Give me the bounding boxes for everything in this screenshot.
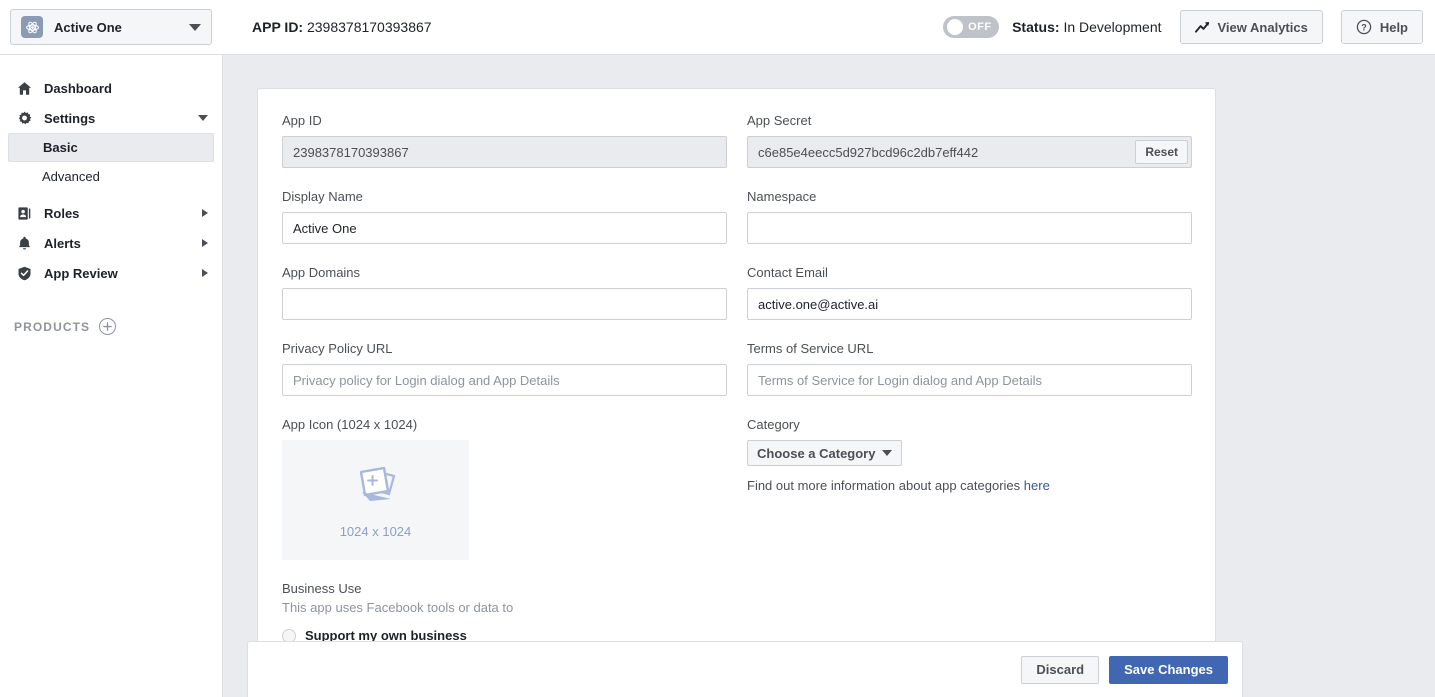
top-bar-actions: OFF Status: In Development View Analytic…: [943, 10, 1435, 44]
sidebar-item-label: App Review: [44, 265, 118, 281]
field-app-secret: App Secret Reset: [747, 113, 1192, 168]
view-analytics-button[interactable]: View Analytics: [1179, 10, 1323, 44]
field-label: Privacy Policy URL: [282, 341, 393, 356]
badge-icon: [14, 206, 34, 221]
category-help-link[interactable]: here: [1024, 478, 1050, 493]
status-label: Status:: [1012, 19, 1060, 35]
category-label: Category: [747, 417, 800, 432]
toggle-knob: [947, 19, 964, 35]
save-changes-button[interactable]: Save Changes: [1109, 655, 1228, 684]
app-selector[interactable]: Active One: [10, 9, 212, 45]
business-use-description: This app uses Facebook tools or data to: [282, 600, 514, 615]
field-label: App Domains: [282, 265, 361, 280]
basic-settings-card: App ID App Secret Reset Display Name: [257, 88, 1216, 672]
sidebar-subitem-label: Basic: [43, 140, 78, 155]
field-namespace: Namespace: [747, 189, 1192, 244]
field-label: Display Name: [282, 189, 363, 204]
chevron-right-icon: [202, 239, 208, 247]
chevron-down-icon: [189, 23, 201, 31]
svg-text:?: ?: [1361, 23, 1367, 33]
products-label: PRODUCTS: [14, 319, 91, 334]
help-button[interactable]: ? Help: [1340, 10, 1423, 44]
field-label: Terms of Service URL: [747, 341, 874, 356]
sidebar-item-label: Roles: [44, 205, 80, 221]
app-icon-label: App Icon (1024 x 1024): [282, 417, 418, 432]
home-icon: [14, 81, 34, 96]
field-label: Contact Email: [747, 265, 828, 280]
sidebar: Dashboard Settings Basic Advanced Roles: [0, 55, 223, 697]
field-privacy-policy-url: Privacy Policy URL: [282, 341, 727, 396]
app-selector-label: Active One: [54, 19, 122, 35]
app-id-display: APP ID: 2398378170393867: [252, 19, 432, 35]
sidebar-item-dashboard[interactable]: Dashboard: [0, 73, 222, 103]
field-contact-email: Contact Email: [747, 265, 1192, 320]
bell-icon: [14, 236, 34, 251]
sidebar-item-app-review[interactable]: App Review: [0, 258, 222, 288]
sidebar-item-settings[interactable]: Settings: [0, 103, 222, 133]
save-bar: Discard Save Changes: [247, 641, 1243, 697]
shield-check-icon: [14, 266, 34, 281]
app-secret-wrapper: Reset: [747, 136, 1192, 168]
field-app-icon: App Icon (1024 x 1024) 1024 x 1024: [282, 417, 727, 560]
field-display-name: Display Name: [282, 189, 727, 244]
chevron-right-icon: [202, 209, 208, 217]
field-category: Category Choose a Category Find out more…: [747, 417, 1192, 560]
products-section-header: PRODUCTS: [0, 318, 222, 335]
trend-up-icon: [1194, 20, 1210, 34]
category-help-label: Find out more information about app cate…: [747, 478, 1021, 493]
chevron-down-icon: [882, 450, 893, 456]
contact-email-input[interactable]: [747, 288, 1192, 320]
field-terms-of-service-url: Terms of Service URL: [747, 341, 1192, 396]
discard-button[interactable]: Discard: [1021, 655, 1100, 684]
app-domains-input[interactable]: [282, 288, 727, 320]
toggle-state-label: OFF: [968, 21, 992, 33]
status-value: In Development: [1063, 19, 1162, 35]
help-label: Help: [1379, 19, 1408, 35]
sidebar-item-roles[interactable]: Roles: [0, 198, 222, 228]
top-bar: Active One APP ID: 2398378170393867 OFF …: [0, 0, 1435, 55]
chevron-down-icon: [198, 115, 208, 121]
sidebar-subitem-label: Advanced: [42, 168, 100, 184]
sidebar-item-label: Settings: [44, 110, 96, 126]
app-icon-size-text: 1024 x 1024: [339, 524, 412, 539]
field-app-domains: App Domains: [282, 265, 727, 320]
app-id-input[interactable]: [282, 136, 727, 168]
privacy-policy-url-input[interactable]: [282, 364, 727, 396]
namespace-input[interactable]: [747, 212, 1192, 244]
atom-icon: [21, 16, 43, 38]
sidebar-item-label: Alerts: [44, 235, 81, 251]
view-analytics-label: View Analytics: [1217, 19, 1308, 35]
business-use-label: Business Use: [282, 581, 362, 596]
app-live-toggle[interactable]: OFF: [943, 16, 1000, 38]
question-circle-icon: ?: [1356, 19, 1372, 35]
reset-secret-label: Reset: [1145, 145, 1178, 159]
app-id-label: APP ID:: [252, 19, 304, 35]
gear-icon: [14, 111, 34, 126]
app-id-value: 2398378170393867: [306, 19, 432, 35]
chevron-right-icon: [202, 269, 208, 277]
category-help-text: Find out more information about app cate…: [747, 478, 1192, 493]
sidebar-item-basic[interactable]: Basic: [8, 133, 214, 162]
app-secret-input[interactable]: [747, 136, 1192, 168]
terms-of-service-url-input[interactable]: [747, 364, 1192, 396]
choose-category-dropdown[interactable]: Choose a Category: [747, 440, 903, 466]
plus-circle-icon[interactable]: [99, 318, 117, 335]
display-name-input[interactable]: [282, 212, 727, 244]
sidebar-item-label: Dashboard: [44, 80, 112, 96]
status-display: Status: In Development: [1012, 19, 1161, 35]
app-icon-upload-dropzone[interactable]: 1024 x 1024: [282, 440, 469, 560]
field-label: Namespace: [747, 189, 817, 204]
main-content: App ID App Secret Reset Display Name: [223, 55, 1435, 697]
sidebar-item-advanced[interactable]: Advanced: [0, 162, 222, 190]
sidebar-item-alerts[interactable]: Alerts: [0, 228, 222, 258]
field-label: App Secret: [747, 113, 812, 128]
business-use-section: Business Use This app uses Facebook tool…: [282, 581, 1191, 643]
choose-category-label: Choose a Category: [757, 445, 876, 461]
reset-secret-button[interactable]: Reset: [1135, 140, 1188, 164]
field-label: App ID: [282, 113, 322, 128]
field-app-id: App ID: [282, 113, 727, 168]
photo-stack-add-icon: [348, 461, 404, 514]
settings-form: App ID App Secret Reset Display Name: [282, 113, 1192, 581]
